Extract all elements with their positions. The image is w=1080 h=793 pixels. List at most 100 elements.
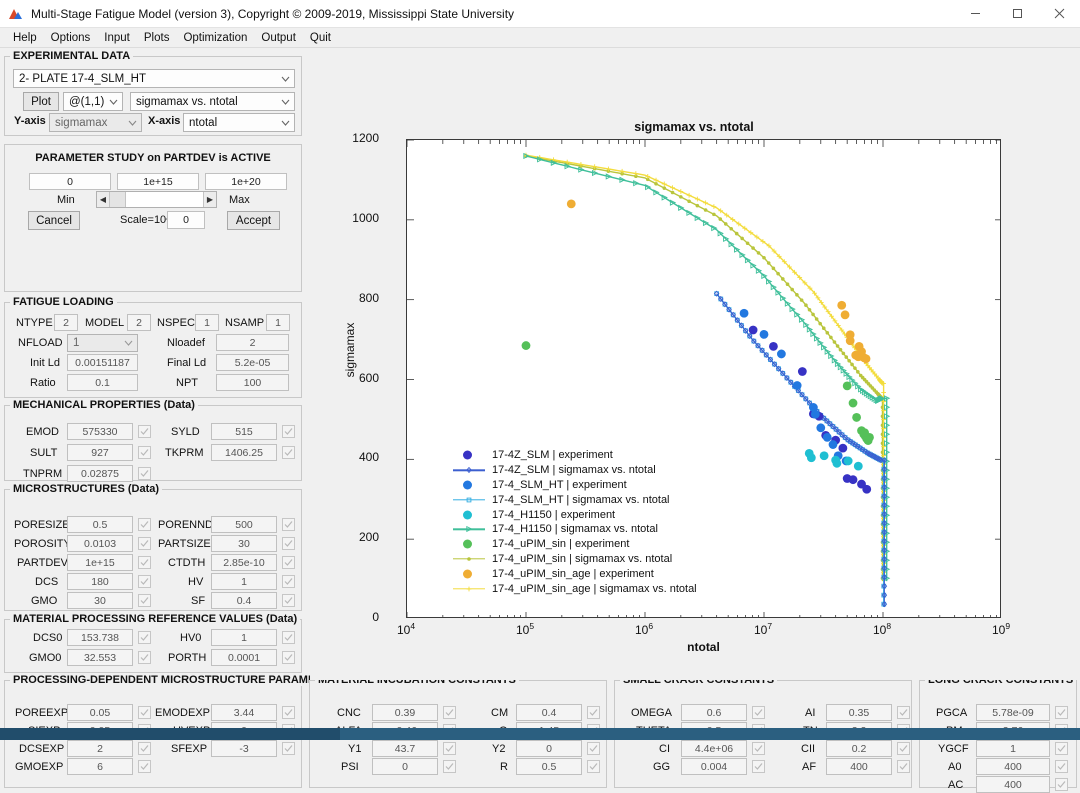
syld-input[interactable]: 515 (211, 423, 277, 440)
porth-input[interactable]: 0.0001 (211, 649, 277, 666)
cnc-input[interactable]: 0.39 (372, 704, 438, 721)
y1-checkbox[interactable] (443, 742, 456, 755)
plot-index-dropdown[interactable]: @(1,1) (63, 92, 123, 111)
slider-thumb[interactable] (110, 192, 126, 207)
hv-input[interactable]: 1 (211, 573, 277, 590)
cii-input[interactable]: 0.2 (826, 740, 892, 757)
maximize-button[interactable] (996, 0, 1038, 28)
poreexp-checkbox[interactable] (138, 706, 151, 719)
ai-input[interactable]: 0.35 (826, 704, 892, 721)
close-button[interactable] (1038, 0, 1080, 28)
emodexp-checkbox[interactable] (282, 706, 295, 719)
hv-checkbox[interactable] (282, 575, 295, 588)
ac-checkbox[interactable] (1055, 778, 1068, 791)
gmo0-input[interactable]: 32.553 (67, 649, 133, 666)
tnprm-input[interactable]: 0.02875 (67, 465, 133, 482)
cm-input[interactable]: 0.4 (516, 704, 582, 721)
dataset-dropdown[interactable]: 2- PLATE 17-4_SLM_HT (13, 69, 295, 88)
nspec-input[interactable]: 1 (195, 314, 219, 331)
tnprm-checkbox[interactable] (138, 467, 151, 480)
syld-checkbox[interactable] (282, 425, 295, 438)
omega-checkbox[interactable] (752, 706, 765, 719)
dcs0-checkbox[interactable] (138, 631, 151, 644)
cnc-checkbox[interactable] (443, 706, 456, 719)
porennd-input[interactable]: 500 (211, 516, 277, 533)
omega-input[interactable]: 0.6 (681, 704, 747, 721)
menu-item-optimization[interactable]: Optimization (176, 30, 254, 46)
hv0-input[interactable]: 1 (211, 629, 277, 646)
gmo-input[interactable]: 30 (67, 592, 133, 609)
pgca-checkbox[interactable] (1055, 706, 1068, 719)
emodexp-input[interactable]: 3.44 (211, 704, 277, 721)
sfexp-checkbox[interactable] (282, 742, 295, 755)
menu-item-output[interactable]: Output (254, 30, 303, 46)
ac-input[interactable]: 400 (976, 776, 1050, 793)
gmo0-checkbox[interactable] (138, 651, 151, 664)
porosity-checkbox[interactable] (138, 537, 151, 550)
param-current-input[interactable]: 1e+15 (117, 173, 199, 190)
ci-input[interactable]: 4.4e+06 (681, 740, 747, 757)
dcs0-input[interactable]: 153.738 (67, 629, 133, 646)
menu-item-help[interactable]: Help (6, 30, 44, 46)
ratio-input[interactable]: 0.1 (67, 374, 138, 391)
ygcf-checkbox[interactable] (1055, 742, 1068, 755)
a0-input[interactable]: 400 (976, 758, 1050, 775)
accept-button[interactable]: Accept (227, 211, 280, 230)
partsize-input[interactable]: 30 (211, 535, 277, 552)
poresize-checkbox[interactable] (138, 518, 151, 531)
slider-track[interactable] (126, 192, 203, 207)
slider-right-arrow[interactable]: ▶ (203, 192, 216, 207)
af-input[interactable]: 400 (826, 758, 892, 775)
cancel-button[interactable]: Cancel (28, 211, 80, 230)
nloadef-input[interactable]: 2 (216, 334, 289, 351)
slider-left-arrow[interactable]: ◀ (97, 192, 110, 207)
dcs-input[interactable]: 180 (67, 573, 133, 590)
y2-input[interactable]: 0 (516, 740, 582, 757)
porosity-input[interactable]: 0.0103 (67, 535, 133, 552)
ai-checkbox[interactable] (897, 706, 910, 719)
psi-input[interactable]: 0 (372, 758, 438, 775)
nfload-dropdown[interactable]: 1 (67, 334, 138, 352)
dcsexp-checkbox[interactable] (138, 742, 151, 755)
scale-input[interactable]: 0 (167, 211, 205, 229)
emod-input[interactable]: 575330 (67, 423, 133, 440)
yaxis-dropdown[interactable]: sigmamax (49, 113, 142, 132)
xaxis-dropdown[interactable]: ntotal (183, 113, 295, 132)
menu-item-quit[interactable]: Quit (303, 30, 338, 46)
af-checkbox[interactable] (897, 760, 910, 773)
poresize-input[interactable]: 0.5 (67, 516, 133, 533)
r-checkbox[interactable] (587, 760, 600, 773)
a0-checkbox[interactable] (1055, 760, 1068, 773)
ygcf-input[interactable]: 1 (976, 740, 1050, 757)
gmoexp-input[interactable]: 6 (67, 758, 133, 775)
gg-checkbox[interactable] (752, 760, 765, 773)
dcsexp-input[interactable]: 2 (67, 740, 133, 757)
cii-checkbox[interactable] (897, 742, 910, 755)
sf-checkbox[interactable] (282, 594, 295, 607)
menu-item-options[interactable]: Options (44, 30, 98, 46)
horizontal-scrollbar[interactable] (0, 728, 1080, 740)
model-input[interactable]: 2 (127, 314, 151, 331)
y2-checkbox[interactable] (587, 742, 600, 755)
ntype-input[interactable]: 2 (54, 314, 78, 331)
sfexp-input[interactable]: -3 (211, 740, 277, 757)
tkprm-input[interactable]: 1406.25 (211, 444, 277, 461)
gg-input[interactable]: 0.004 (681, 758, 747, 775)
param-slider[interactable]: ◀ ▶ (96, 191, 217, 208)
finalld-input[interactable]: 5.2e-05 (216, 354, 289, 371)
porennd-checkbox[interactable] (282, 518, 295, 531)
psi-checkbox[interactable] (443, 760, 456, 773)
gmo-checkbox[interactable] (138, 594, 151, 607)
partdev-input[interactable]: 1e+15 (67, 554, 133, 571)
ctdth-input[interactable]: 2.85e-10 (211, 554, 277, 571)
nsamp-input[interactable]: 1 (266, 314, 290, 331)
minimize-button[interactable] (954, 0, 996, 28)
pgca-input[interactable]: 5.78e-09 (976, 704, 1050, 721)
sult-input[interactable]: 927 (67, 444, 133, 461)
param-min-input[interactable]: 0 (29, 173, 111, 190)
menu-item-input[interactable]: Input (97, 30, 137, 46)
param-max-input[interactable]: 1e+20 (205, 173, 287, 190)
tkprm-checkbox[interactable] (282, 446, 295, 459)
hv0-checkbox[interactable] (282, 631, 295, 644)
ctdth-checkbox[interactable] (282, 556, 295, 569)
